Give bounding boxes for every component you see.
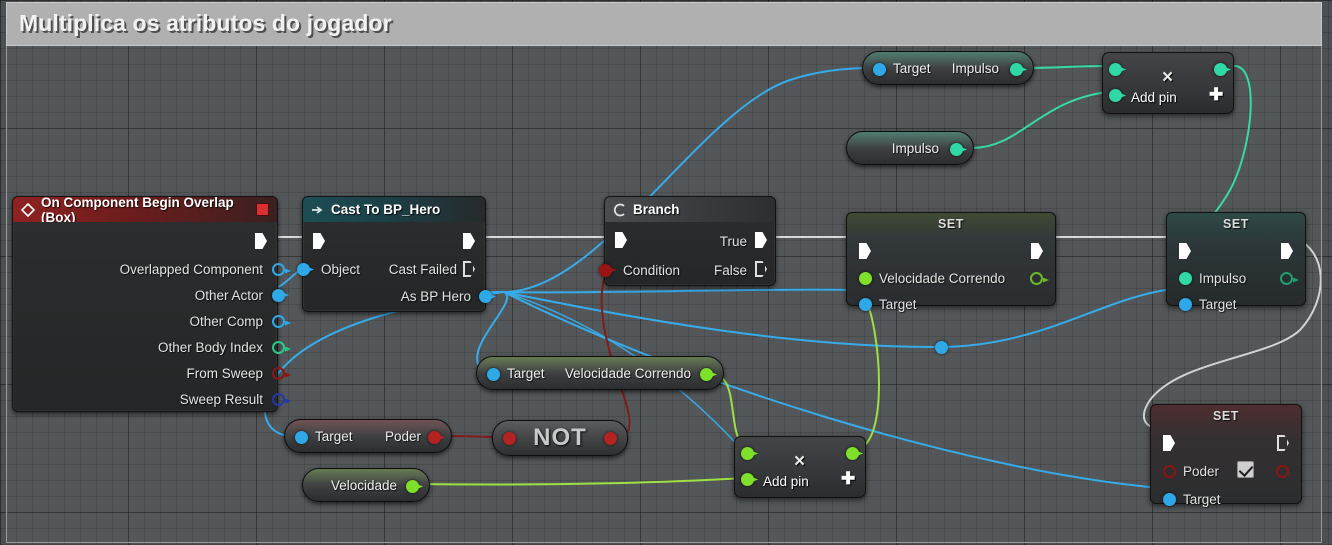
node-set-impulso[interactable]: SET Impulso Target [1166,212,1306,312]
set-label: SET [1212,409,1240,423]
bool-pin-poder[interactable] [1163,464,1176,478]
event-diamond-icon [20,202,36,217]
multiply-symbol: × [1162,67,1174,88]
add-pin-plus-icon[interactable]: ✚ [841,469,855,489]
output-row-other-actor: Other Actor [13,282,289,308]
output-row-other-body-index: Other Body Index [13,334,291,360]
object-pin-overlapped-component[interactable] [272,262,291,276]
node-on-component-begin-overlap[interactable]: On Component Begin Overlap (Box) Overlap… [12,196,291,412]
vector-pin-output[interactable] [1280,271,1299,285]
node-set-poder[interactable]: SET Poder Target [1150,404,1302,507]
object-pin-target[interactable] [859,297,872,311]
node-title: Cast To BP_Hero [331,202,441,217]
bool-pin-condition[interactable] [599,263,616,277]
exec-output-pin[interactable] [1031,243,1043,259]
object-pin-target[interactable] [487,368,500,381]
blueprint-graph-canvas[interactable]: Multiplica os atributos do jogador On Co… [0,0,1332,545]
bool-pin-from-sweep[interactable] [272,366,291,380]
vector-pin-impulso[interactable] [1179,271,1192,285]
node-get-velocidade[interactable]: Velocidade [302,468,430,502]
add-pin-plus-icon[interactable]: ✚ [1209,85,1223,105]
exec-output-cast-failed[interactable] [463,261,475,277]
object-pin-other-comp[interactable] [272,314,291,328]
bool-pin-output[interactable] [428,431,445,444]
exec-output-pin[interactable] [1277,435,1289,451]
node-get-impulso-with-target[interactable]: Target Impulso [862,51,1034,85]
bool-pin-output[interactable] [604,432,617,445]
not-label: NOT [533,424,587,451]
node-multiply-float[interactable]: × Add pin ✚ [734,436,866,498]
output-row-sweep-result: Sweep Result [13,386,291,412]
set-label: SET [937,217,965,231]
node-header: On Component Begin Overlap (Box) [13,197,277,222]
exec-input-pin[interactable] [313,233,325,249]
node-title: On Component Begin Overlap (Box) [41,197,234,222]
output-row-from-sweep: From Sweep [13,360,291,386]
node-title: Branch [633,202,680,217]
node-get-impulso[interactable]: Impulso [846,131,974,165]
set-label: SET [1222,217,1250,231]
node-header: Cast To BP_Hero [303,197,485,222]
node-get-poder[interactable]: Target Poder [284,419,452,453]
object-pin-other-actor[interactable] [272,288,289,302]
exec-input-pin[interactable] [1179,243,1191,259]
multiply-symbol: × [794,451,806,472]
exec-input-pin[interactable] [615,232,627,248]
float-pin-output[interactable] [846,447,863,460]
vector-pin-impulso-output[interactable] [950,143,967,156]
vector-pin-input-b[interactable] [1109,89,1126,102]
vector-pin-output[interactable] [1214,63,1231,76]
branch-icon [613,203,627,217]
object-pin-target[interactable] [873,63,886,76]
float-pin-output[interactable] [1030,271,1049,285]
object-pin-target[interactable] [295,431,308,444]
float-pin-output[interactable] [700,368,717,381]
add-pin-label[interactable]: Add pin [763,474,809,489]
float-pin-input-a[interactable] [741,447,758,460]
object-pin-target[interactable] [1179,297,1192,311]
exec-output-pin[interactable] [1281,243,1293,259]
float-pin-velocidade-correndo[interactable] [859,271,872,285]
float-pin-output[interactable] [406,480,423,493]
exec-input-pin[interactable] [1163,435,1175,451]
float-pin-input-b[interactable] [741,473,758,486]
poder-checkbox[interactable] [1237,461,1254,478]
object-pin-as-bp-hero[interactable] [479,290,496,303]
bool-pin-input[interactable] [503,432,516,445]
object-pin-input[interactable] [297,263,314,276]
exec-input-pin[interactable] [859,243,871,259]
exec-output-false[interactable] [755,261,767,277]
output-row-overlapped-component: Overlapped Component [13,256,291,282]
node-cast-to-bp-hero[interactable]: Cast To BP_Hero Object Cast Failed As BP… [297,196,496,312]
node-multiply-vector[interactable]: × Add pin ✚ [1102,52,1234,114]
output-row-other-comp: Other Comp [13,308,291,334]
vector-pin-impulso-output[interactable] [1010,63,1027,76]
wire-reroute-node[interactable] [935,341,948,354]
node-not[interactable]: NOT [492,420,628,456]
event-delegate-icon[interactable] [256,203,269,216]
node-header: Branch [605,197,775,222]
bool-pin-output[interactable] [1276,464,1289,478]
node-branch[interactable]: Branch True Condition False [599,196,776,286]
add-pin-label[interactable]: Add pin [1131,90,1177,105]
cast-arrow-icon [311,203,325,217]
node-set-velocidade-correndo[interactable]: SET Velocidade Correndo Target [846,212,1056,312]
exec-output-pin[interactable] [255,233,267,249]
int-pin-other-body-index[interactable] [272,340,291,354]
comment-title-bar[interactable]: Multiplica os atributos do jogador [6,2,1322,46]
object-pin-target[interactable] [1163,492,1176,506]
exec-output-pin[interactable] [463,233,475,249]
vector-pin-input-a[interactable] [1109,63,1126,76]
exec-output-true[interactable] [755,232,767,248]
node-get-velocidade-correndo[interactable]: Target Velocidade Correndo [476,356,724,390]
comment-title-text: Multiplica os atributos do jogador [19,10,392,36]
struct-pin-sweep-result[interactable] [272,392,291,406]
